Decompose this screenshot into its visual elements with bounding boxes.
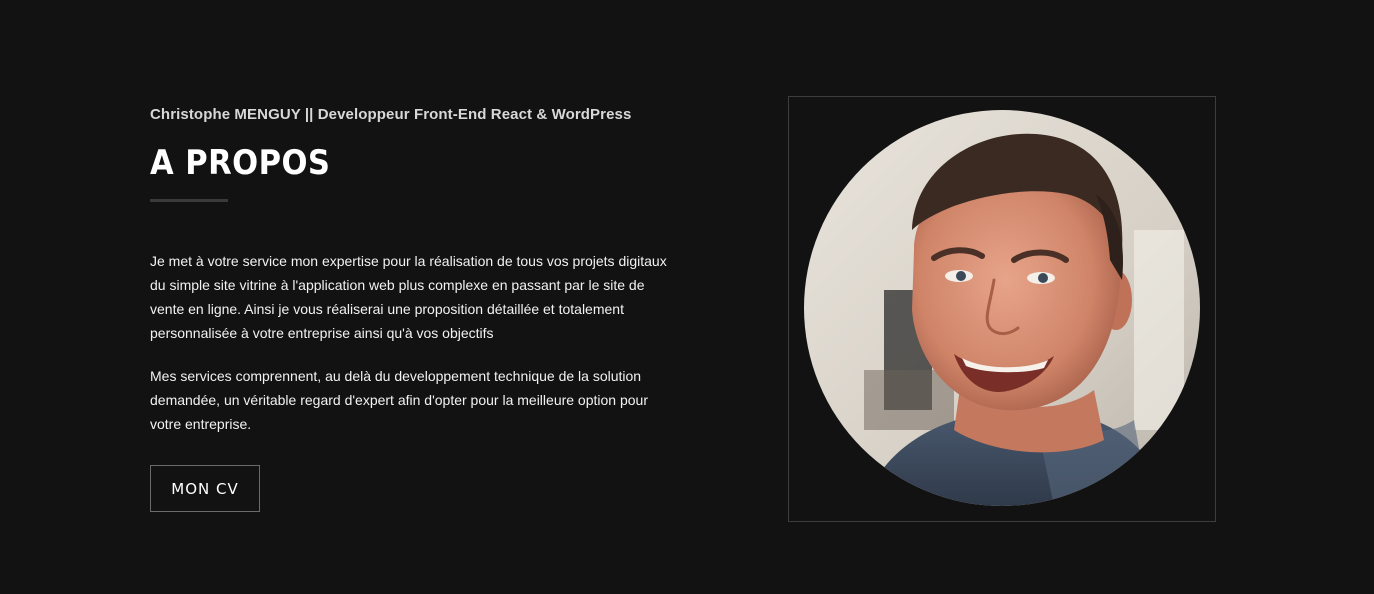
portrait-illustration (804, 110, 1200, 506)
about-subtitle: Christophe MENGUY || Developpeur Front-E… (150, 106, 632, 123)
about-section: Christophe MENGUY || Developpeur Front-E… (0, 0, 1374, 594)
page-title: A PROPOS (150, 143, 331, 183)
heading-divider (150, 199, 228, 202)
cv-button[interactable]: MON CV (150, 465, 260, 512)
about-paragraph-2: Mes services comprennent, au delà du dev… (150, 368, 648, 432)
profile-photo (804, 110, 1200, 506)
about-paragraph-1: Je met à votre service mon expertise pou… (150, 253, 667, 341)
